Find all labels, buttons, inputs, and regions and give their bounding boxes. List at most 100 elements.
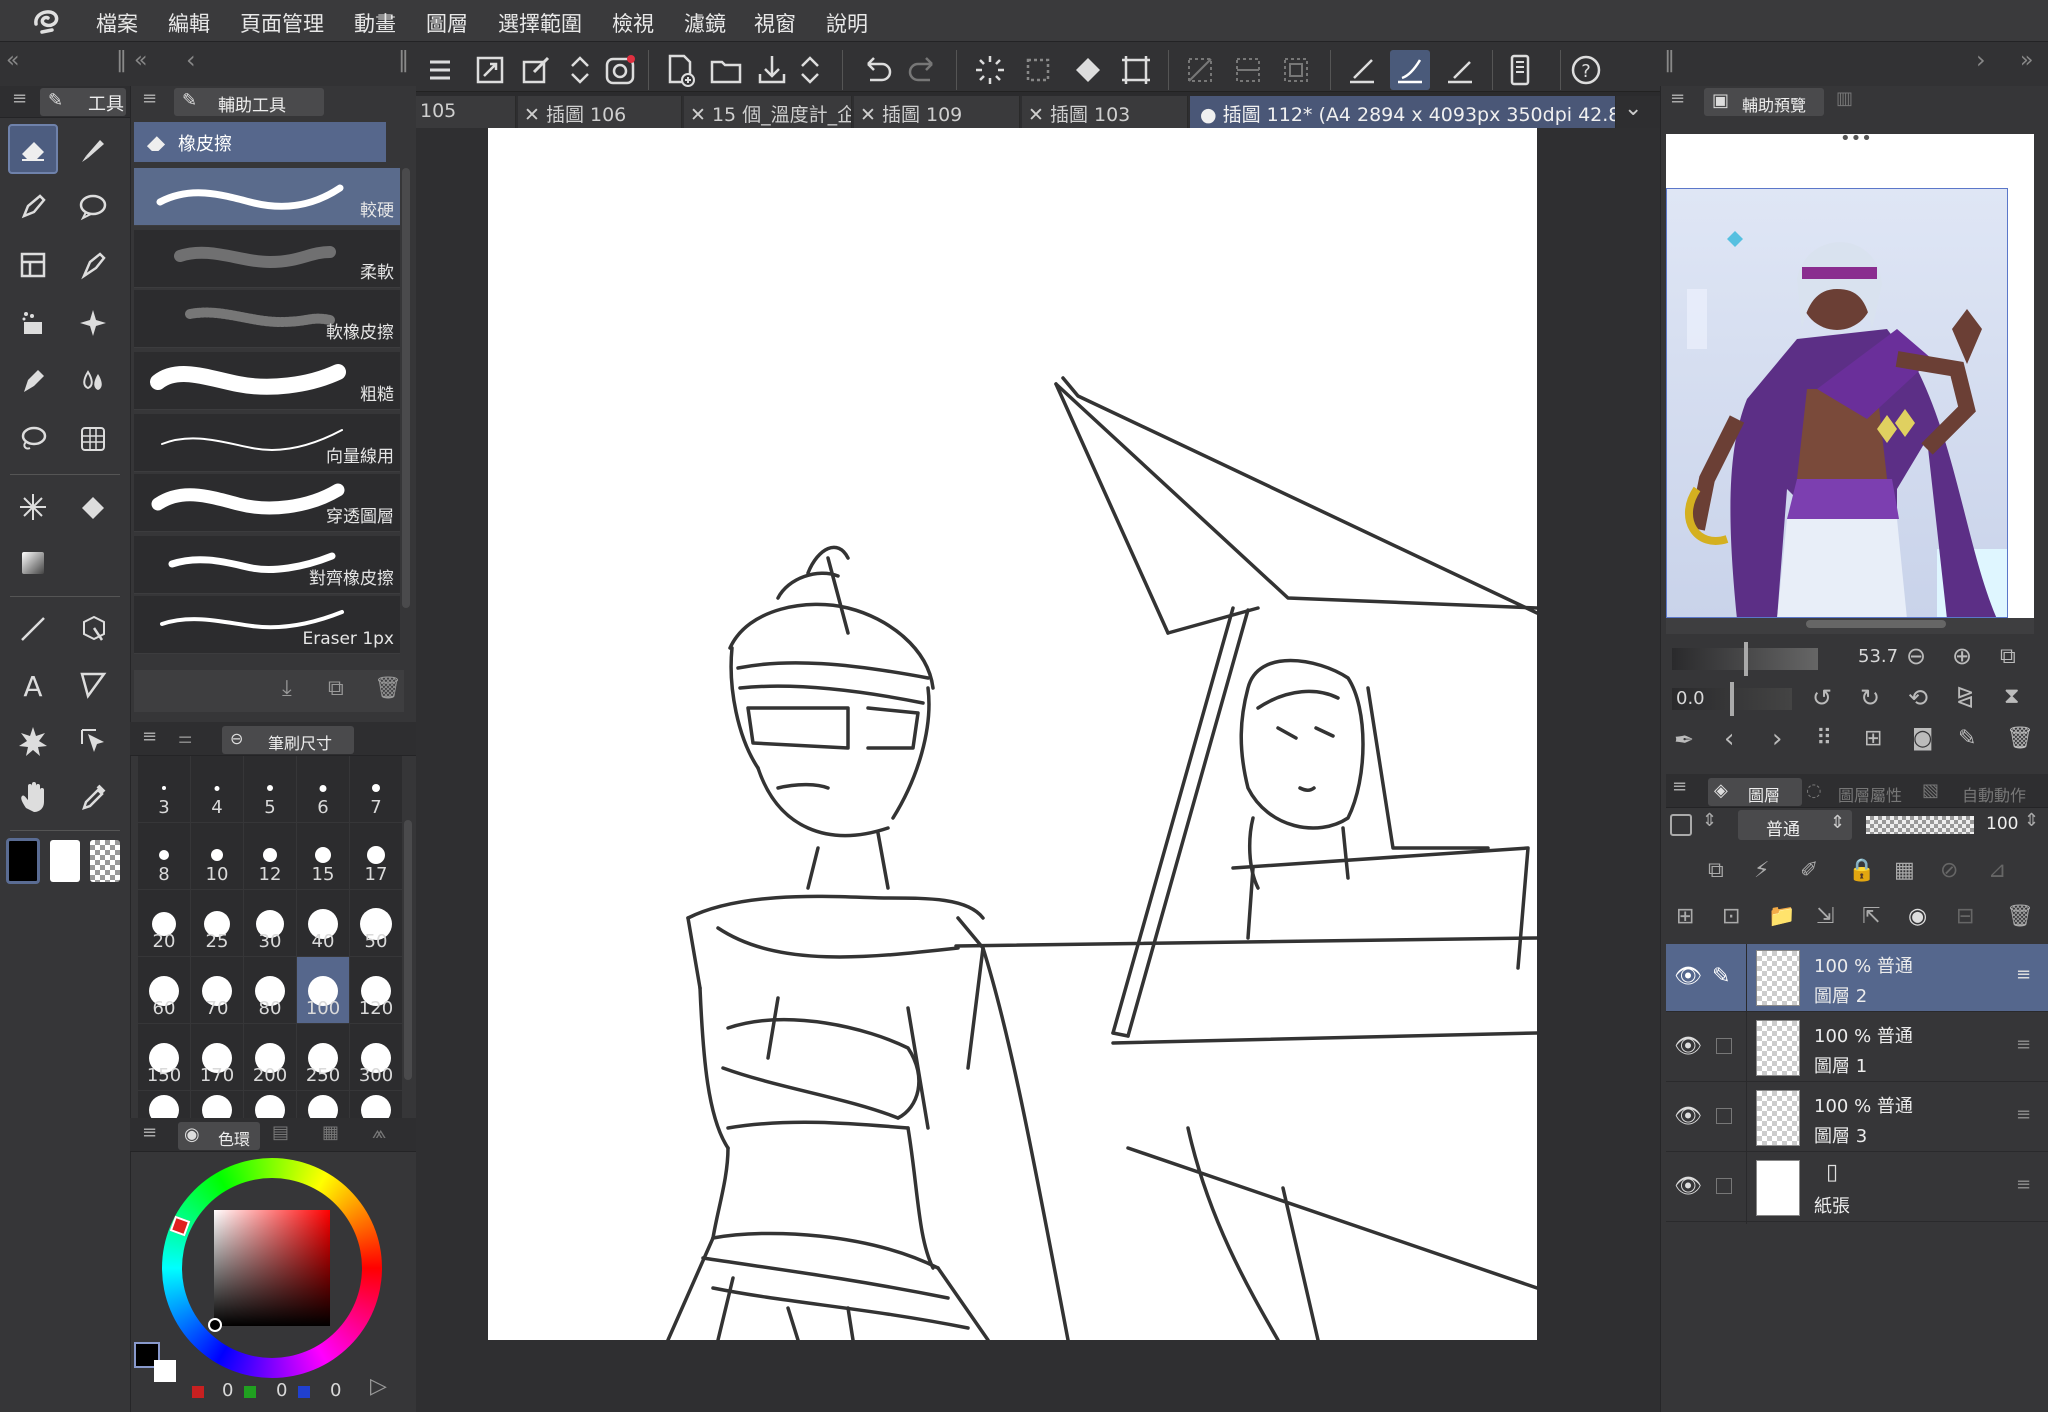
panel-menu-icon[interactable]: ≡ xyxy=(142,726,157,747)
crop-icon[interactable] xyxy=(1116,50,1156,90)
brush-size-cell[interactable]: 50 xyxy=(350,890,402,956)
brush-size-cell[interactable]: 300 xyxy=(350,1024,402,1090)
zoom-in-icon[interactable]: ⊕ xyxy=(1952,642,1972,670)
tool-gradient[interactable] xyxy=(8,538,58,588)
menu-window[interactable]: 視窗 xyxy=(754,8,796,38)
redo-icon[interactable] xyxy=(904,50,944,90)
tool-pen-nib[interactable] xyxy=(8,356,58,406)
sub-color-mini[interactable] xyxy=(154,1360,176,1382)
panel-menu-icon[interactable]: ≡ xyxy=(142,1122,157,1143)
document-tab[interactable]: ✕ 插圖 109 xyxy=(854,96,1020,128)
brush-size-cell[interactable]: 8 xyxy=(138,823,190,889)
tool-pen[interactable] xyxy=(8,182,58,232)
open-folder-icon[interactable] xyxy=(706,50,746,90)
brush-size-cell[interactable]: 15 xyxy=(297,823,349,889)
tool-fill[interactable] xyxy=(68,482,118,532)
brush-size-cell[interactable]: 30 xyxy=(244,890,296,956)
new-folder-icon[interactable]: 📁 xyxy=(1768,904,1795,929)
navigator-scroll-thumb[interactable] xyxy=(1806,620,1946,628)
layer-select-checkbox[interactable] xyxy=(1716,1038,1732,1054)
tool-lasso[interactable] xyxy=(8,414,58,464)
layer-row[interactable]: 👁 100 % 普通 圖層 1 ≡ xyxy=(1666,1014,2048,1082)
brush-item-hard[interactable]: 較硬 xyxy=(134,168,400,226)
tool-auto-select[interactable] xyxy=(8,482,58,532)
sub-color-swatch[interactable] xyxy=(50,840,80,882)
brush-size-cell[interactable] xyxy=(244,1091,296,1125)
layer-row[interactable]: 👁 ✎ 100 % 普通 圖層 2 ≡ xyxy=(1666,944,2048,1012)
panel-menu-icon[interactable]: ≡ xyxy=(142,88,157,109)
ruler-snap-icon[interactable] xyxy=(1390,50,1430,90)
brush-size-cell[interactable]: 100 xyxy=(297,957,349,1023)
tool-mesh[interactable] xyxy=(68,414,118,464)
panel-menu-icon[interactable]: ≡ xyxy=(1672,776,1687,797)
reference-layer-icon[interactable]: ⚡ xyxy=(1754,858,1769,883)
close-icon[interactable]: ✕ xyxy=(1028,104,1050,126)
transfer-down-icon[interactable]: ⇲ xyxy=(1816,904,1834,929)
layer-color-icon[interactable] xyxy=(1670,814,1692,836)
brush-size-cell[interactable]: 6 xyxy=(297,756,349,822)
pen-ruler-icon[interactable] xyxy=(1440,50,1480,90)
brush-size-cell[interactable] xyxy=(191,1091,243,1125)
brush-item-penetrate[interactable]: 穿透圖層 xyxy=(134,474,400,532)
color-slider-tab-icon[interactable]: ▤ xyxy=(272,1122,289,1143)
eye-visible-icon[interactable]: 👁 xyxy=(1674,1104,1702,1129)
vector-eraser-icon[interactable] xyxy=(1342,50,1382,90)
menu-layer[interactable]: 圖層 xyxy=(426,8,468,38)
menu-edit[interactable]: 編輯 xyxy=(168,8,210,38)
tool-hand[interactable] xyxy=(8,772,58,822)
drawing-canvas[interactable] xyxy=(488,128,1537,1340)
zoom-out-icon[interactable]: ⊖ xyxy=(1906,642,1926,670)
tool-decoration[interactable] xyxy=(68,298,118,348)
tool-frame[interactable] xyxy=(8,240,58,290)
sliders-icon[interactable]: ⚌ xyxy=(178,728,192,747)
mask-enable-icon[interactable]: ⊘ xyxy=(1940,858,1958,883)
rotation-slider-handle[interactable] xyxy=(1730,682,1734,716)
edit-icon[interactable]: ✎ xyxy=(1958,726,1976,751)
panel-menu-icon[interactable]: ≡ xyxy=(1670,88,1685,109)
menu-page-management[interactable]: 頁面管理 xyxy=(240,8,324,38)
layer-row[interactable]: 👁 100 % 普通 圖層 3 ≡ xyxy=(1666,1084,2048,1152)
color-switch-icon[interactable]: ▷ xyxy=(370,1374,387,1399)
document-tab[interactable]: ✕ 插圖 103 xyxy=(1022,96,1188,128)
tool-operation[interactable] xyxy=(68,716,118,766)
brush-size-cell[interactable]: 200 xyxy=(244,1024,296,1090)
tab-list-chevron-icon[interactable]: ⌄ xyxy=(1624,96,1642,121)
updown-arrows-icon[interactable]: ⇕ xyxy=(2024,810,2039,831)
brush-list-scrollbar[interactable] xyxy=(402,168,410,608)
drag-handle-icon[interactable]: ≡ xyxy=(2016,1174,2031,1195)
tab-auto-action[interactable]: ▧ 自動動作 xyxy=(1922,778,2042,806)
document-tab[interactable]: 105 xyxy=(416,96,516,128)
download-icon[interactable]: ⤓ xyxy=(282,676,292,701)
tool-text[interactable]: A xyxy=(8,660,58,710)
menu-animation[interactable]: 動畫 xyxy=(354,8,396,38)
tab-subtool[interactable]: ✎ 輔助工具 xyxy=(174,88,324,116)
collapse-panel-icon[interactable]: « xyxy=(134,48,147,73)
grid-icon[interactable]: ⠿ xyxy=(1816,726,1832,751)
brush-size-cell[interactable]: 170 xyxy=(191,1024,243,1090)
combine-down-icon[interactable]: ⇱ xyxy=(1862,904,1880,929)
lock-transparency-icon[interactable]: ▦ xyxy=(1894,858,1915,883)
tool-3d[interactable] xyxy=(68,604,118,654)
camera-icon[interactable]: ◙ xyxy=(1912,726,1933,751)
lock-icon[interactable]: 🔒 xyxy=(1848,858,1875,883)
document-tab[interactable]: ✕ 15 個_溫度計_企 xyxy=(684,96,852,128)
main-color-swatch[interactable] xyxy=(6,838,40,884)
drag-handle-icon[interactable]: ≡ xyxy=(2016,964,2031,985)
brush-item-rough[interactable]: 粗糙 xyxy=(134,352,400,410)
tool-effect-line[interactable] xyxy=(8,716,58,766)
menu-selection[interactable]: 選擇範圍 xyxy=(498,8,582,38)
undo-icon[interactable] xyxy=(856,50,896,90)
clear-selection-icon[interactable] xyxy=(1180,50,1220,90)
tab-layer[interactable]: ◈ 圖層 xyxy=(1708,778,1802,806)
updown-arrows-icon[interactable]: ⇕ xyxy=(1702,810,1717,831)
brush-size-cell[interactable]: 12 xyxy=(244,823,296,889)
tool-eraser[interactable] xyxy=(8,124,58,174)
layer-row[interactable]: 👁 ▯ 紙張 ≡ xyxy=(1666,1154,2048,1222)
saturation-value-square[interactable] xyxy=(214,1210,330,1326)
invert-selection-icon[interactable] xyxy=(1228,50,1268,90)
menu-file[interactable]: 檔案 xyxy=(96,8,138,38)
brush-item-soft[interactable]: 柔軟 xyxy=(134,230,400,288)
layer-mask-icon[interactable]: ◉ xyxy=(1908,904,1927,929)
sub-view-tab-icon[interactable]: ▥ xyxy=(1836,88,1853,109)
brush-item-eraser-1px[interactable]: Eraser 1px xyxy=(134,596,400,654)
